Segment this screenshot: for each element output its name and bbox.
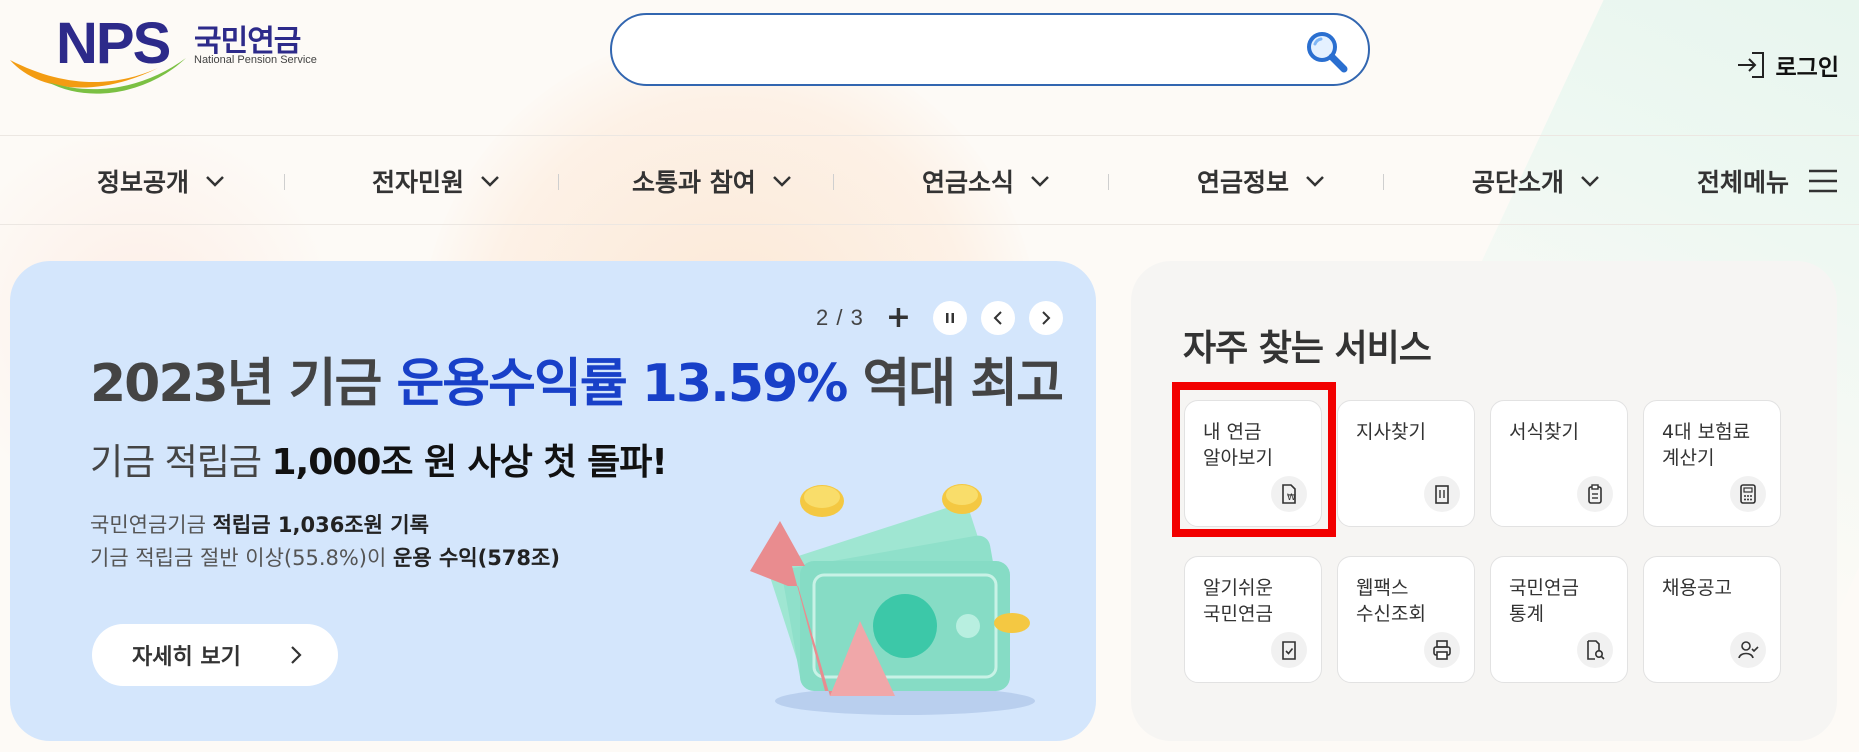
login-label: 로그인 <box>1775 55 1839 81</box>
nav-item-label: 소통과 참여 <box>632 168 756 197</box>
banner-description: 국민연금기금 적립금 1,036조원 기록 기금 적립금 절반 이상(55.8%… <box>90 509 560 575</box>
banner-subhead: 기금 적립금 1,000조 원 사상 첫 돌파! <box>90 433 668 485</box>
money-growth-illustration <box>750 484 1035 715</box>
pause-icon <box>945 313 954 323</box>
chevron-down-icon <box>772 176 791 187</box>
slide-counter: 2 / 3 <box>816 305 864 330</box>
logo-english: National Pension Service <box>194 54 317 66</box>
search-input[interactable] <box>642 31 1282 69</box>
line1-bold: 적립금 1,036조원 기록 <box>212 513 429 537</box>
line1-prefix: 국민연금기금 <box>90 513 213 537</box>
services-title: 자주 찾는 서비스 <box>1183 328 1432 369</box>
nav-item-pension-info[interactable]: 연금정보 <box>1197 136 1325 226</box>
nav-item-label: 정보공개 <box>97 168 190 197</box>
headline-highlight: 운용수익률 13.59% <box>396 354 848 414</box>
login-icon <box>1737 52 1764 78</box>
service-label: 채용공고 <box>1662 577 1732 599</box>
site-header: NPS 국민연금 National Pension Service 로그인 <box>0 0 1859 135</box>
plus-icon[interactable]: + <box>886 303 911 333</box>
service-label: 국민연금 통계 <box>1509 577 1579 625</box>
search-button[interactable] <box>1302 27 1350 75</box>
calculator-icon <box>1730 476 1766 512</box>
user-check-icon <box>1730 632 1766 668</box>
service-label: 서식찾기 <box>1509 421 1579 443</box>
hamburger-menu-icon <box>1809 169 1837 193</box>
service-find-forms[interactable]: 서식찾기 <box>1490 400 1628 527</box>
service-label: 4대 보험료 계산기 <box>1662 421 1751 469</box>
service-find-branch[interactable]: 지사찾기 <box>1337 400 1475 527</box>
nav-item-label: 연금정보 <box>1197 168 1290 197</box>
nav-divider <box>1108 174 1109 190</box>
nav-divider <box>558 174 559 190</box>
service-my-pension[interactable]: 내 연금 알아보기 ₩ <box>1184 400 1322 527</box>
nav-item-label: 전자민원 <box>372 168 465 197</box>
subhead-bold: 1,000조 원 사상 첫 돌파! <box>271 442 668 483</box>
building-icon <box>1424 476 1460 512</box>
service-label: 웹팩스 수신조회 <box>1356 577 1426 625</box>
search-icon <box>1307 32 1348 73</box>
service-webfax[interactable]: 웹팩스 수신조회 <box>1337 556 1475 683</box>
chevron-left-icon <box>993 311 1002 325</box>
chevron-down-icon <box>1581 176 1599 187</box>
hero-banner: 2 / 3 + 2023년 기금 운용수익률 13.59% 역대 최고 기금 적… <box>10 261 1096 741</box>
nav-item-info-disclosure[interactable]: 정보공개 <box>97 136 225 226</box>
service-label: 지사찾기 <box>1356 421 1426 443</box>
headline-prefix: 2023년 기금 <box>90 354 397 414</box>
service-label: 알기쉬운 국민연금 <box>1203 577 1273 625</box>
service-insurance-calculator[interactable]: 4대 보험료 계산기 <box>1643 400 1781 527</box>
service-recruitment[interactable]: 채용공고 <box>1643 556 1781 683</box>
chevron-down-icon <box>206 176 224 187</box>
nav-item-communication[interactable]: 소통과 참여 <box>632 136 792 226</box>
line2-prefix: 기금 적립금 절반 이상(55.8%)이 <box>90 546 393 570</box>
svg-text:₩: ₩ <box>1287 493 1296 503</box>
login-button[interactable]: 로그인 <box>1736 48 1839 82</box>
printer-icon <box>1424 632 1460 668</box>
description-line: 기금 적립금 절반 이상(55.8%)이 운용 수익(578조) <box>90 542 560 575</box>
nav-item-label: 공단소개 <box>1472 168 1565 197</box>
nav-divider <box>833 174 834 190</box>
logo-brand: NPS <box>56 11 171 76</box>
pause-button[interactable] <box>932 301 967 335</box>
all-menu-label: 전체메뉴 <box>1696 168 1789 197</box>
chevron-right-icon <box>1042 311 1051 325</box>
nav-divider <box>1383 174 1384 190</box>
service-pension-statistics[interactable]: 국민연금 통계 <box>1490 556 1628 683</box>
prev-slide-button[interactable] <box>980 301 1015 335</box>
all-menu-button[interactable]: 전체메뉴 <box>1697 136 1839 226</box>
chevron-right-icon <box>291 646 302 664</box>
chevron-down-icon <box>1306 176 1324 187</box>
see-more-button[interactable]: 자세히 보기 <box>92 624 338 686</box>
search-bar <box>610 13 1370 86</box>
nav-divider <box>284 174 285 190</box>
clipboard-icon <box>1577 476 1613 512</box>
see-more-label: 자세히 보기 <box>132 645 241 670</box>
main-nav: 정보공개 전자민원 소통과 참여 연금소식 연금정보 공단소개 전체메뉴 <box>0 135 1859 225</box>
service-easy-pension[interactable]: 알기쉬운 국민연금 <box>1184 556 1322 683</box>
headline-suffix: 역대 최고 <box>846 354 1063 414</box>
banner-controls: 2 / 3 + <box>816 301 1063 335</box>
frequent-services-panel: 자주 찾는 서비스 내 연금 알아보기 ₩ 지사찾기 서식찾기 4대 보험료 계… <box>1131 261 1837 741</box>
doc-check-icon <box>1271 632 1307 668</box>
service-label: 내 연금 알아보기 <box>1203 421 1273 469</box>
subhead-prefix: 기금 적립금 <box>90 442 272 483</box>
nav-item-about[interactable]: 공단소개 <box>1472 136 1600 226</box>
banner-headline: 2023년 기금 운용수익률 13.59% 역대 최고 <box>90 341 1064 416</box>
chevron-down-icon <box>481 176 499 187</box>
pension-doc-icon: ₩ <box>1271 476 1307 512</box>
nav-item-e-civil[interactable]: 전자민원 <box>372 136 500 226</box>
next-slide-button[interactable] <box>1028 301 1063 335</box>
line2-bold: 운용 수익(578조) <box>393 546 560 570</box>
nav-item-label: 연금소식 <box>922 168 1015 197</box>
nps-logo[interactable]: NPS 국민연금 National Pension Service <box>8 12 328 94</box>
doc-search-icon <box>1577 632 1613 668</box>
nav-item-pension-news[interactable]: 연금소식 <box>922 136 1050 226</box>
description-line: 국민연금기금 적립금 1,036조원 기록 <box>90 509 560 542</box>
chevron-down-icon <box>1031 176 1049 187</box>
